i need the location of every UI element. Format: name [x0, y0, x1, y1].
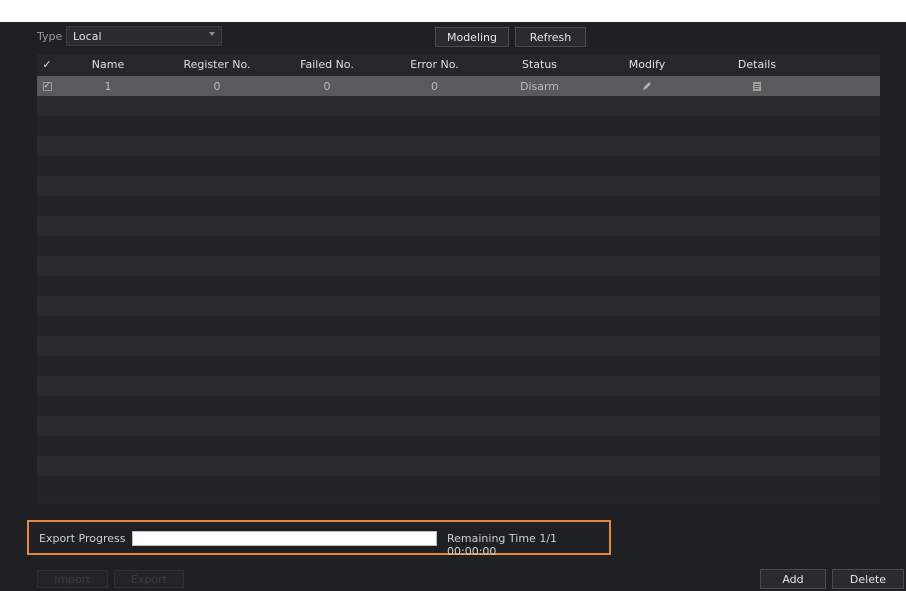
empty-row	[37, 96, 880, 116]
chevron-down-icon	[209, 32, 215, 36]
import-button[interactable]: Import	[37, 570, 108, 588]
empty-row	[37, 116, 880, 136]
add-button[interactable]: Add	[760, 569, 826, 589]
table-row[interactable]: ✓ 1 0 0 0 Disarm	[37, 76, 880, 96]
header-check-glyph: ✓	[42, 57, 52, 71]
remaining-time: Remaining Time 1/1 00:00:00	[447, 532, 558, 558]
header-details: Details	[737, 57, 777, 71]
export-progress-label: Export Progress	[39, 532, 126, 545]
database-table: ✓ Name Register No. Failed No. Error No.…	[37, 54, 880, 504]
header-name: Name	[91, 57, 125, 71]
header-error-no: Error No.	[410, 57, 459, 71]
table-header: ✓ Name Register No. Failed No. Error No.…	[37, 54, 880, 76]
row-name: 1	[104, 79, 112, 93]
empty-row	[37, 156, 880, 176]
empty-row	[37, 176, 880, 196]
header-register-no: Register No.	[183, 57, 251, 71]
empty-row	[37, 296, 880, 316]
empty-row	[37, 196, 880, 216]
row-status: Disarm	[519, 79, 560, 93]
empty-row	[37, 136, 880, 156]
modeling-button[interactable]: Modeling	[435, 27, 509, 47]
empty-row	[37, 336, 880, 356]
empty-row	[37, 476, 880, 496]
delete-button[interactable]: Delete	[832, 569, 904, 589]
empty-row	[37, 316, 880, 336]
empty-row	[37, 256, 880, 276]
row-failed-no: 0	[323, 79, 331, 93]
export-button[interactable]: Export	[114, 570, 184, 588]
empty-row	[37, 456, 880, 476]
header-modify: Modify	[628, 57, 666, 71]
row-checkbox[interactable]: ✓	[37, 76, 57, 96]
header-failed-no: Failed No.	[300, 57, 354, 71]
empty-row	[37, 236, 880, 256]
export-progress-box: Export Progress Remaining Time 1/1 00:00…	[27, 520, 611, 558]
row-checkbox-mark: ✓	[42, 81, 52, 91]
empty-row	[37, 276, 880, 296]
type-label: Type	[37, 30, 63, 43]
refresh-button[interactable]: Refresh	[515, 27, 586, 47]
modify-button[interactable]	[612, 76, 682, 96]
empty-row	[37, 356, 880, 376]
empty-row	[37, 416, 880, 436]
empty-row	[37, 396, 880, 416]
top-cap	[0, 0, 906, 22]
type-select-value: Local	[73, 30, 102, 43]
row-error-no: 0	[431, 79, 438, 93]
empty-row	[37, 216, 880, 236]
type-select[interactable]: Local	[66, 26, 222, 46]
pencil-icon	[643, 82, 651, 90]
document-icon	[753, 81, 761, 91]
row-register-no: 0	[213, 79, 221, 93]
empty-row	[37, 436, 880, 456]
header-status: Status	[521, 57, 558, 71]
empty-row	[37, 376, 880, 396]
header-select-all[interactable]: ✓	[37, 54, 57, 74]
export-progress-bar	[132, 531, 437, 546]
details-button[interactable]	[717, 76, 797, 96]
